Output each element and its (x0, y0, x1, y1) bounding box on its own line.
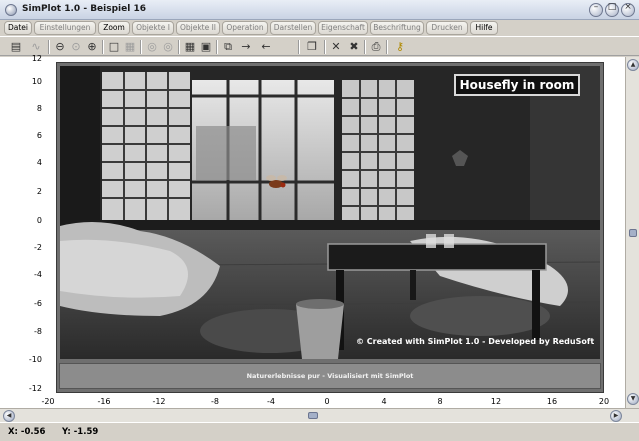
app-icon (5, 4, 17, 16)
zoom-out-icon[interactable]: ⊖ (52, 39, 68, 55)
y-tick-label: 2 (36, 187, 42, 196)
menu-objekte-1[interactable]: Objekte I (132, 21, 174, 35)
x-tick-label: 12 (490, 397, 502, 406)
scroll-left-icon[interactable]: ◀ (3, 410, 15, 422)
document-icon[interactable]: ❐ (304, 39, 320, 55)
close-icon: × (624, 2, 632, 12)
copy-icon[interactable]: ⧉ (220, 39, 236, 55)
menu-hilfe[interactable]: Hilfe (470, 21, 498, 35)
x-tick-label: -8 (211, 397, 219, 406)
maximize-button[interactable]: □ (605, 2, 619, 17)
x-tick-label: -12 (152, 397, 166, 406)
menu-drucken[interactable]: Drucken (426, 21, 468, 35)
vertical-scrollbar[interactable]: ▲ ▼ (625, 57, 639, 408)
y-tick-label: -12 (28, 384, 42, 393)
status-y-coordinate: Y: -1.59 (62, 427, 99, 437)
x-tick-label: 0 (324, 397, 330, 406)
room-photo: Housefly in room © Created with SimPlot … (60, 66, 600, 359)
menu-einstellungen[interactable]: Einstellungen (34, 21, 96, 35)
image-icon[interactable]: ▣ (198, 39, 214, 55)
x-tick-label: 4 (381, 397, 387, 406)
minimize-icon: – (593, 2, 599, 12)
picture-frame: Housefly in room © Created with SimPlot … (56, 62, 604, 393)
plot-area[interactable]: 12 10 8 6 4 2 0 -2 -4 -6 -8 -10 -12 -20 … (0, 54, 625, 408)
zoom-fit-icon[interactable]: ⊙ (68, 39, 84, 55)
menu-zoom[interactable]: Zoom (98, 21, 130, 35)
y-tick-label: 10 (31, 77, 42, 86)
menu-eigenschaft[interactable]: Eigenschaft (318, 21, 368, 35)
y-tick-label: -4 (34, 270, 42, 279)
picture-caption-bar: Naturerlebnisse pur - Visualisiert mit S… (59, 363, 601, 389)
toolbar-separator (140, 40, 142, 54)
x-tick-label: 16 (546, 397, 558, 406)
maximize-icon: □ (607, 2, 617, 12)
arrow-right-icon[interactable]: → (238, 39, 254, 55)
toolbar-separator (364, 40, 366, 54)
toolbar-separator (102, 40, 104, 54)
horizontal-scrollbar[interactable]: ◀ ▶ (0, 408, 639, 422)
target-icon[interactable]: ◎ (144, 39, 160, 55)
toolbar-separator (324, 40, 326, 54)
y-tick-label: 8 (36, 104, 42, 113)
x-tick-label: -20 (41, 397, 55, 406)
window-title: SimPlot 1.0 - Beispiel 16 (22, 4, 146, 14)
toolbar-separator (178, 40, 180, 54)
cross-icon[interactable]: ✕ (328, 39, 344, 55)
scroll-up-icon[interactable]: ▲ (627, 59, 639, 71)
menu-beschriftung[interactable]: Beschriftung (370, 21, 424, 35)
toolbar-separator (216, 40, 218, 54)
picture-credit: © Created with SimPlot 1.0 - Developed b… (356, 337, 595, 346)
status-bar: X: -0.56 Y: -1.59 (0, 422, 639, 441)
picture-title: Housefly in room (454, 74, 580, 96)
y-tick-label: 6 (36, 131, 42, 140)
y-tick-label: -8 (34, 327, 42, 336)
table-icon[interactable]: ▦ (182, 39, 198, 55)
horizontal-scroll-thumb[interactable] (308, 412, 318, 419)
square-icon[interactable]: □ (106, 39, 122, 55)
toolbar: ▤ ∿ ⊖ ⊙ ⊕ □ ▦ ◎ ◎ ▦ ▣ ⧉ → ← ❐ ✕ ✖ ⎙ ⚷ (0, 36, 639, 56)
x-tick-label: -16 (97, 397, 111, 406)
arrow-left-icon[interactable]: ← (258, 39, 274, 55)
room-scene-image (60, 66, 600, 359)
scroll-right-icon[interactable]: ▶ (610, 410, 622, 422)
title-bar: SimPlot 1.0 - Beispiel 16 – □ × (0, 0, 639, 20)
y-tick-label: 12 (31, 54, 42, 63)
minimize-button[interactable]: – (589, 2, 603, 17)
status-x-coordinate: X: -0.56 (8, 427, 46, 437)
menu-darstellen[interactable]: Darstellen (270, 21, 316, 35)
scroll-down-icon[interactable]: ▼ (627, 393, 639, 405)
close-button[interactable]: × (621, 2, 635, 17)
target-alt-icon[interactable]: ◎ (160, 39, 176, 55)
x-tick-label: 8 (437, 397, 443, 406)
grid-icon[interactable]: ▦ (122, 39, 138, 55)
cross-all-icon[interactable]: ✖ (346, 39, 362, 55)
plot-curve-icon[interactable]: ∿ (28, 39, 44, 55)
menu-operation[interactable]: Operation (222, 21, 268, 35)
help-key-icon[interactable]: ⚷ (392, 39, 408, 55)
picture-caption: Naturerlebnisse pur - Visualisiert mit S… (246, 372, 414, 380)
printer-icon[interactable]: ⎙ (368, 39, 384, 55)
x-tick-label: -4 (267, 397, 275, 406)
toolbar-separator (298, 40, 300, 54)
y-tick-label: -10 (28, 355, 42, 364)
vertical-scroll-thumb[interactable] (629, 229, 637, 237)
menu-bar: Datei Einstellungen Zoom Objekte I Objek… (0, 20, 639, 36)
y-tick-label: -2 (34, 243, 42, 252)
y-tick-label: -6 (34, 299, 42, 308)
zoom-in-icon[interactable]: ⊕ (84, 39, 100, 55)
y-tick-label: 4 (36, 158, 42, 167)
calculator-icon[interactable]: ▤ (8, 39, 24, 55)
toolbar-separator (48, 40, 50, 54)
y-tick-label: 0 (36, 216, 42, 225)
menu-objekte-2[interactable]: Objekte II (176, 21, 220, 35)
toolbar-separator (386, 40, 388, 54)
x-tick-label: 20 (598, 397, 610, 406)
menu-datei[interactable]: Datei (4, 21, 32, 35)
